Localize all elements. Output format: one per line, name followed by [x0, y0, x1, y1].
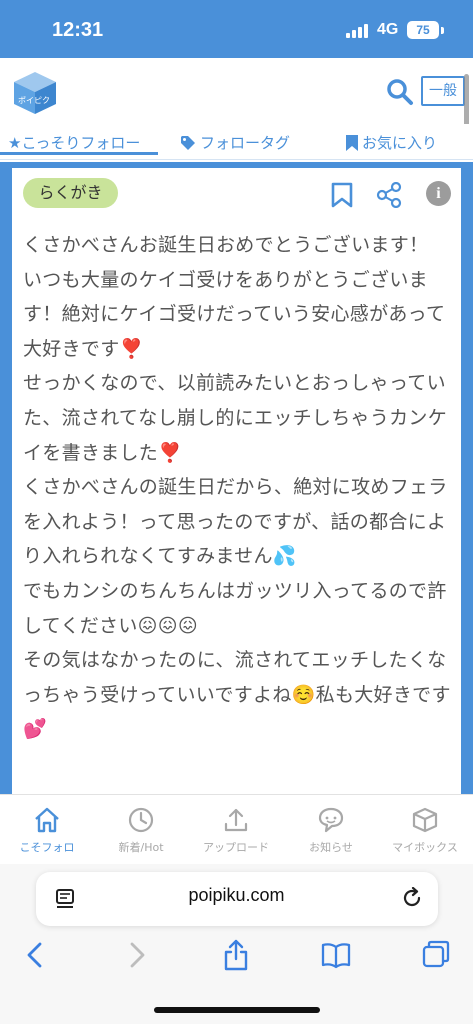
nav-label: アップロード [203, 841, 269, 854]
tabs-icon[interactable] [420, 938, 452, 972]
post-line: せっかくなので、以前読みたいとおっしゃっていた、流されてなし崩し的にエッチしちゃ… [23, 372, 448, 464]
post-line: くさかべさんお誕生日おめでとうございます！ [23, 234, 429, 256]
category-tag[interactable]: らくがき [23, 178, 118, 208]
logo-text: ポイピク [18, 96, 50, 105]
post-line: でもカンシのちんちんはガッツリ入ってるので許してください😖😖😖 [23, 579, 447, 637]
nav-item-new-hot[interactable]: 新着/Hot [96, 807, 186, 855]
post-line: くさかべさんの誕生日だから、絶対に攻めフェラを入れよう！って思ったのですが、話の… [23, 476, 448, 568]
reload-icon[interactable] [401, 887, 423, 909]
status-time: 12:31 [52, 19, 104, 41]
forward-icon[interactable] [120, 938, 152, 972]
nav-label: お知らせ [309, 841, 353, 854]
network-label: 4G [377, 21, 399, 38]
post-line: いつも大量のケイゴ受けをありがとうございます！絶対にケイゴ受けだっていう安心感が… [23, 268, 446, 360]
active-tab-indicator [0, 152, 158, 155]
bottom-nav: こそフォロ 新着/Hot アップロード お知らせ マイボックス [0, 794, 473, 864]
notification-icon [318, 807, 344, 833]
tag-icon [181, 135, 195, 150]
back-icon[interactable] [20, 938, 52, 972]
nav-item-mybox[interactable]: マイボックス [380, 807, 470, 855]
battery-icon: 75 [407, 21, 439, 39]
nav-item-upload[interactable]: アップロード [191, 807, 281, 855]
post-text: くさかべさんお誕生日おめでとうございます！ いつも大量のケイゴ受けをありがとうご… [23, 228, 455, 747]
poipiku-logo[interactable]: ポイピク [12, 70, 58, 116]
status-bar: 12:31 4G 75 [0, 0, 473, 58]
nav-label: こそフォロ [19, 841, 75, 854]
info-icon[interactable]: i [426, 181, 451, 206]
home-indicator [154, 1007, 320, 1013]
tab-label: お気に入り [362, 134, 438, 152]
mode-toggle-button[interactable]: 一般 [421, 76, 465, 106]
tab-label: ★こっそりフォロー [8, 134, 141, 152]
nav-item-notifications[interactable]: お知らせ [286, 807, 376, 855]
bookmarks-icon[interactable] [320, 938, 352, 972]
signal-icon [346, 24, 370, 38]
post-line: その気はなかったのに、流されてエッチしたくなっちゃう受けっていいですよね☺️私も… [23, 649, 451, 741]
tab-secret-follow[interactable]: ★こっそりフォロー [8, 132, 140, 153]
upload-icon [224, 808, 248, 832]
nav-item-home[interactable]: こそフォロ [2, 807, 92, 855]
bookmark-icon[interactable] [330, 182, 354, 208]
bookmark-icon [346, 134, 358, 151]
clock-icon [128, 807, 154, 833]
share-sheet-icon[interactable] [220, 938, 252, 972]
tab-follow-tags[interactable]: フォロータグ [180, 132, 290, 153]
home-icon [35, 807, 59, 833]
box-icon [412, 807, 438, 833]
nav-label: 新着/Hot [118, 841, 164, 854]
tab-favorites[interactable]: お気に入り [346, 132, 437, 153]
search-icon[interactable] [386, 78, 414, 106]
nav-label: マイボックス [392, 841, 458, 854]
tab-label: フォロータグ [200, 134, 291, 152]
share-icon[interactable] [376, 182, 402, 208]
battery-tip [441, 27, 444, 34]
